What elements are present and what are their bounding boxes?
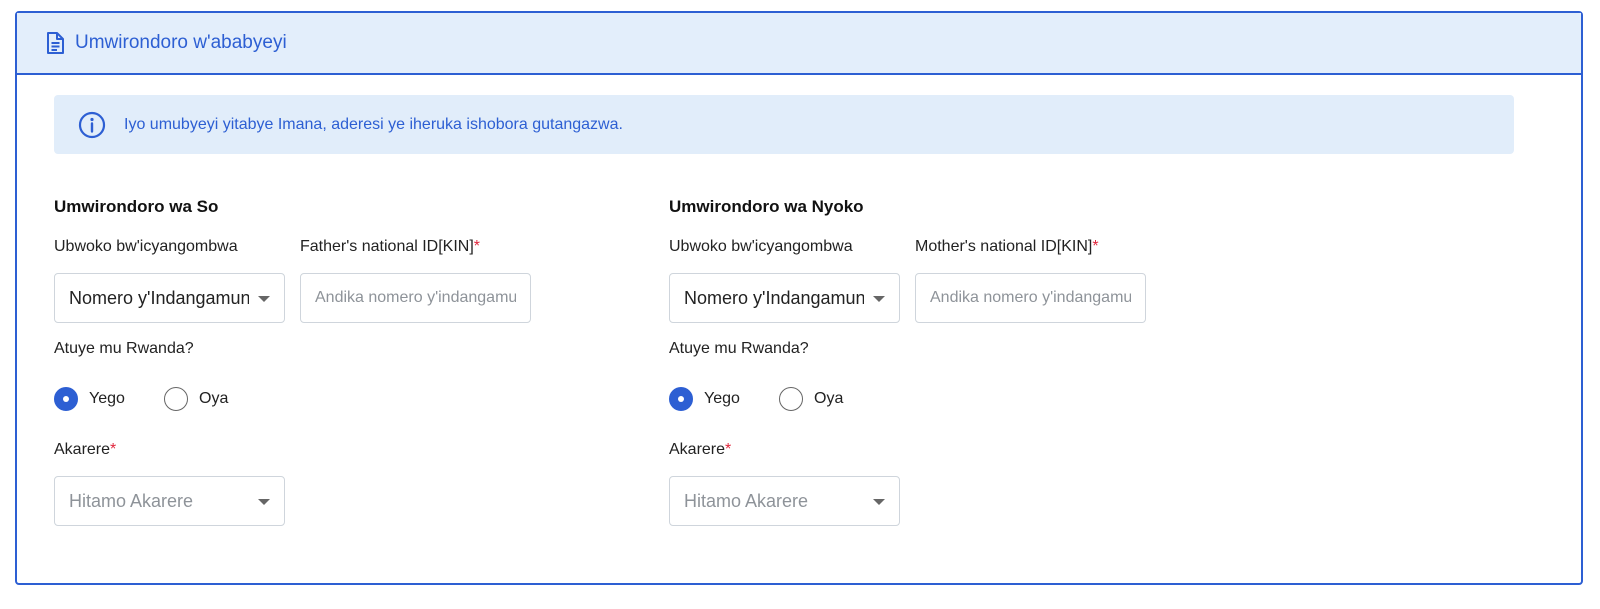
card-title: Umwirondoro w'ababyeyi	[75, 32, 287, 53]
info-alert: Iyo umubyeyi yitabye Imana, aderesi ye i…	[54, 95, 1514, 154]
mother-resident-label: Atuye mu Rwanda?	[669, 340, 809, 357]
father-id-label: Father's national ID[KIN]*	[300, 238, 480, 256]
info-icon	[78, 111, 106, 139]
father-resident-yes-radio[interactable]: Yego	[54, 387, 125, 411]
chevron-down-icon	[873, 499, 885, 505]
mother-section-title: Umwirondoro wa Nyoko	[669, 197, 864, 216]
required-mark: *	[473, 238, 481, 255]
mother-doc-type-label: Ubwoko bw'icyangombwa	[669, 238, 853, 255]
document-icon	[44, 31, 66, 55]
father-resident-no-label: Oya	[199, 390, 229, 407]
mother-id-label: Mother's national ID[KIN]*	[915, 238, 1099, 256]
card-header: Umwirondoro w'ababyeyi	[17, 13, 1581, 75]
father-resident-yes-label: Yego	[89, 390, 125, 407]
mother-district-select[interactable]: Hitamo Akarere	[669, 476, 900, 526]
father-doc-type-value: Nomero y'Indangamuntu	[69, 287, 249, 308]
mother-district-label-text: Akarere	[669, 441, 726, 458]
father-section-title: Umwirondoro wa So	[54, 197, 219, 216]
father-id-input[interactable]	[300, 273, 531, 323]
chevron-down-icon	[873, 296, 885, 302]
mother-doc-type-value: Nomero y'Indangamuntu	[684, 287, 864, 308]
required-mark: *	[1092, 238, 1099, 255]
mother-id-input[interactable]	[915, 273, 1146, 323]
required-mark: *	[110, 441, 117, 458]
father-doc-type-label: Ubwoko bw'icyangombwa	[54, 238, 238, 255]
mother-district-label: Akarere*	[669, 441, 731, 459]
mother-resident-no-radio[interactable]: Oya	[779, 387, 843, 411]
father-district-label: Akarere*	[54, 441, 116, 459]
father-district-label-text: Akarere	[54, 441, 111, 458]
radio-checked-icon	[669, 387, 693, 411]
father-doc-type-select[interactable]: Nomero y'Indangamuntu	[54, 273, 285, 323]
chevron-down-icon	[258, 499, 270, 505]
parents-info-card: Umwirondoro w'ababyeyi Iyo umubyeyi yita…	[15, 11, 1583, 585]
father-resident-no-radio[interactable]: Oya	[164, 387, 228, 411]
required-mark: *	[725, 441, 732, 458]
mother-doc-type-select[interactable]: Nomero y'Indangamuntu	[669, 273, 900, 323]
mother-resident-yes-label: Yego	[704, 390, 740, 407]
father-district-select[interactable]: Hitamo Akarere	[54, 476, 285, 526]
father-resident-label: Atuye mu Rwanda?	[54, 340, 194, 357]
radio-unchecked-icon	[164, 387, 188, 411]
father-id-label-text: Father's national ID[KIN]	[300, 238, 474, 255]
mother-district-placeholder: Hitamo Akarere	[684, 490, 809, 511]
radio-checked-icon	[54, 387, 78, 411]
mother-resident-no-label: Oya	[814, 390, 844, 407]
father-district-placeholder: Hitamo Akarere	[69, 490, 194, 511]
chevron-down-icon	[258, 296, 270, 302]
mother-resident-yes-radio[interactable]: Yego	[669, 387, 740, 411]
mother-id-label-text: Mother's national ID[KIN]	[915, 238, 1093, 255]
radio-unchecked-icon	[779, 387, 803, 411]
alert-text: Iyo umubyeyi yitabye Imana, aderesi ye i…	[124, 115, 623, 133]
